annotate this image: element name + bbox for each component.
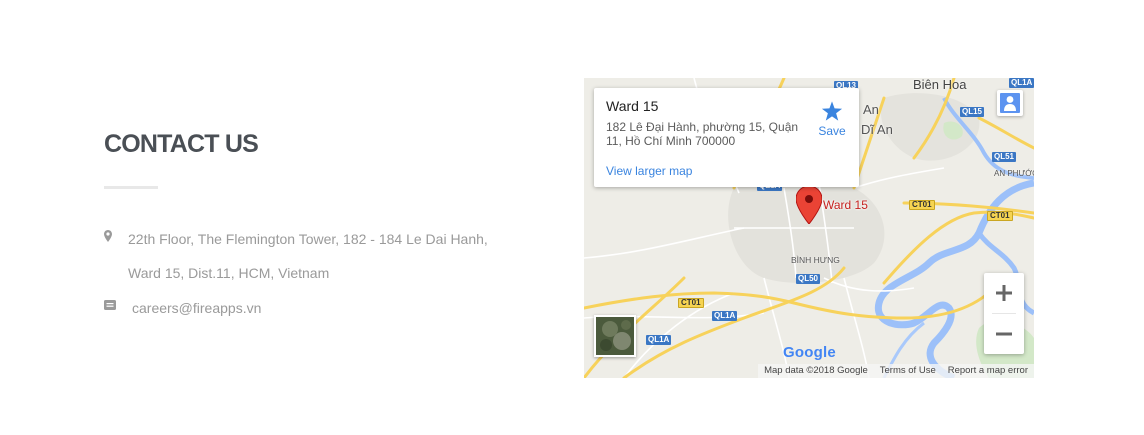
satellite-view-toggle[interactable]	[594, 315, 636, 357]
marker-label[interactable]: Ward 15	[823, 198, 868, 212]
place-title: Ward 15	[606, 98, 659, 114]
contact-title: CONTACT US	[104, 130, 259, 158]
zoom-controls	[984, 273, 1024, 354]
save-label: Save	[818, 124, 846, 138]
place-label-binh-hung: BÌNH HƯNG	[791, 255, 840, 265]
place-label-an: An	[863, 102, 879, 117]
shield-ql1a-bottom: QL1A	[646, 335, 672, 345]
shield-ql15: QL15	[960, 107, 985, 117]
email-row: careers@fireapps.vn	[104, 291, 261, 325]
map-attribution: Map data ©2018 Google Terms of Use Repor…	[758, 364, 1034, 378]
map-pin-icon[interactable]	[795, 185, 823, 229]
zoom-in-button[interactable]	[984, 273, 1024, 313]
zoom-out-button[interactable]	[984, 314, 1024, 354]
street-view-pegman-button[interactable]	[997, 90, 1023, 116]
shield-ct01-a: CT01	[909, 200, 935, 210]
map-marker-icon	[104, 222, 128, 242]
shield-ql1a-top: QL1A	[1009, 78, 1034, 88]
satellite-thumbnail-icon	[596, 317, 634, 355]
minus-icon	[996, 332, 1012, 336]
shield-ct01-b: CT01	[987, 211, 1013, 221]
title-divider	[104, 186, 158, 189]
report-map-error-link[interactable]: Report a map error	[942, 364, 1034, 378]
save-button[interactable]: Save	[817, 100, 847, 138]
shield-ct01-c: CT01	[678, 298, 704, 308]
pegman-icon	[1000, 93, 1020, 113]
place-address: 182 Lê Đại Hành, phường 15, Quận 11, Hồ …	[606, 120, 799, 148]
envelope-icon	[104, 291, 128, 311]
email-link[interactable]: careers@fireapps.vn	[132, 291, 261, 325]
place-label-di-an: Dĩ An	[861, 122, 893, 137]
shield-ql50: QL50	[796, 274, 821, 284]
shield-ql1a-low: QL1A	[712, 311, 738, 321]
place-label-an-phuoc: AN PHƯỚC	[994, 169, 1034, 178]
star-icon	[821, 101, 843, 121]
map-data-credit: Map data ©2018 Google	[764, 365, 868, 376]
address-line-2: Ward 15, Dist.11, HCM, Vietnam	[128, 265, 330, 281]
place-label-bien-hoa: Biên Hoa	[913, 78, 967, 92]
google-logo: Google	[783, 344, 836, 361]
google-logo-text: Google	[783, 344, 836, 361]
view-larger-map-link[interactable]: View larger map	[606, 164, 692, 178]
terms-of-use-link[interactable]: Terms of Use	[874, 364, 942, 378]
place-info-card: Ward 15 182 Lê Đại Hành, phường 15, Quận…	[594, 88, 859, 187]
shield-ql51: QL51	[992, 152, 1017, 162]
embedded-map[interactable]: Biên Hoa An Dĩ An AN PHƯỚC BÌNH HƯNG QL1…	[584, 78, 1034, 378]
contact-section: CONTACT US 22th Floor, The Flemington To…	[104, 128, 524, 316]
address-line-1: 22th Floor, The Flemington Tower, 182 - …	[128, 231, 488, 247]
plus-icon	[996, 285, 1012, 301]
address-row: 22th Floor, The Flemington Tower, 182 - …	[104, 222, 488, 290]
